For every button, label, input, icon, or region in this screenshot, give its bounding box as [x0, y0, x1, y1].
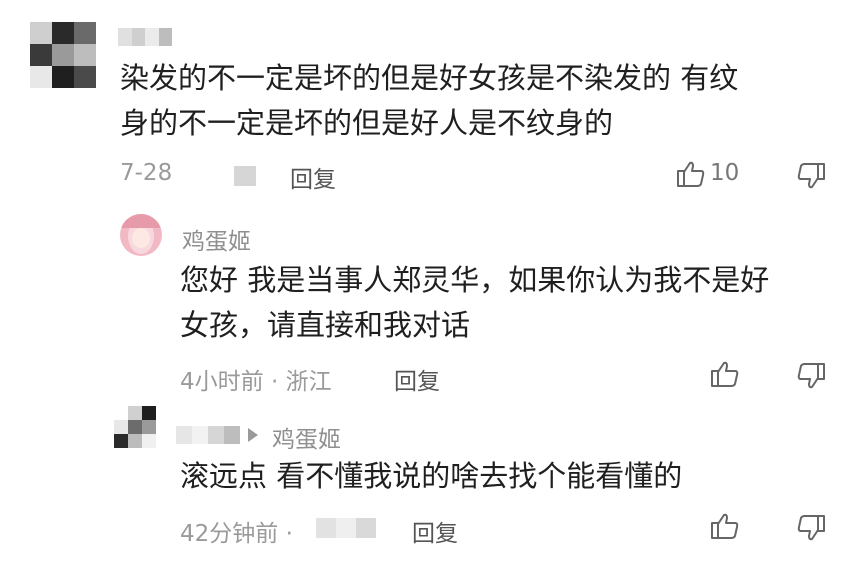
comment-text: 滚远点 看不懂我说的啥去找个能看懂的 [180, 454, 840, 499]
reply-target-username[interactable]: 鸡蛋姬 [272, 420, 341, 454]
comment-text-line: 身的不一定是坏的但是好人是不纹身的 [120, 106, 614, 140]
thumbs-down-icon[interactable] [796, 514, 826, 542]
comment-text-line: 女孩，请直接和我对话 [180, 308, 471, 342]
comment-date: 7-28 [120, 160, 173, 186]
avatar[interactable] [120, 214, 162, 256]
avatar-blurred[interactable] [30, 22, 96, 88]
comment-text: 您好 我是当事人郑灵华，如果你认为我不是好 女孩，请直接和我对话 [180, 258, 840, 348]
thumbs-down-icon[interactable] [796, 362, 826, 390]
thumbs-up-icon[interactable] [676, 160, 706, 188]
username-blurred[interactable] [176, 426, 240, 444]
location-blurred [316, 518, 376, 538]
location-blurred [234, 166, 256, 186]
thumbs-up-icon[interactable] [710, 512, 740, 540]
comment-text-line: 滚远点 看不懂我说的啥去找个能看懂的 [180, 459, 683, 493]
like-count: 10 [710, 160, 740, 186]
comment-time: 42分钟前 · [180, 521, 293, 547]
comment-time: 4小时前 · 浙江 [180, 369, 332, 395]
reply-arrow-icon [248, 428, 258, 442]
username[interactable]: 鸡蛋姬 [182, 222, 251, 256]
reply-button[interactable]: 回复 [412, 514, 458, 548]
comment-text: 染发的不一定是坏的但是好女孩是不染发的 有纹 身的不一定是坏的但是好人是不纹身的 [120, 56, 840, 146]
username-blurred[interactable] [118, 28, 172, 46]
reply-button[interactable]: 回复 [394, 362, 440, 396]
comment-text-line: 染发的不一定是坏的但是好女孩是不染发的 有纹 [120, 61, 739, 95]
avatar-blurred[interactable] [114, 406, 156, 448]
comment-text-line: 您好 我是当事人郑灵华，如果你认为我不是好 [180, 263, 770, 297]
thumbs-down-icon[interactable] [796, 162, 826, 190]
thumbs-up-icon[interactable] [710, 360, 740, 388]
reply-button[interactable]: 回复 [290, 160, 336, 194]
